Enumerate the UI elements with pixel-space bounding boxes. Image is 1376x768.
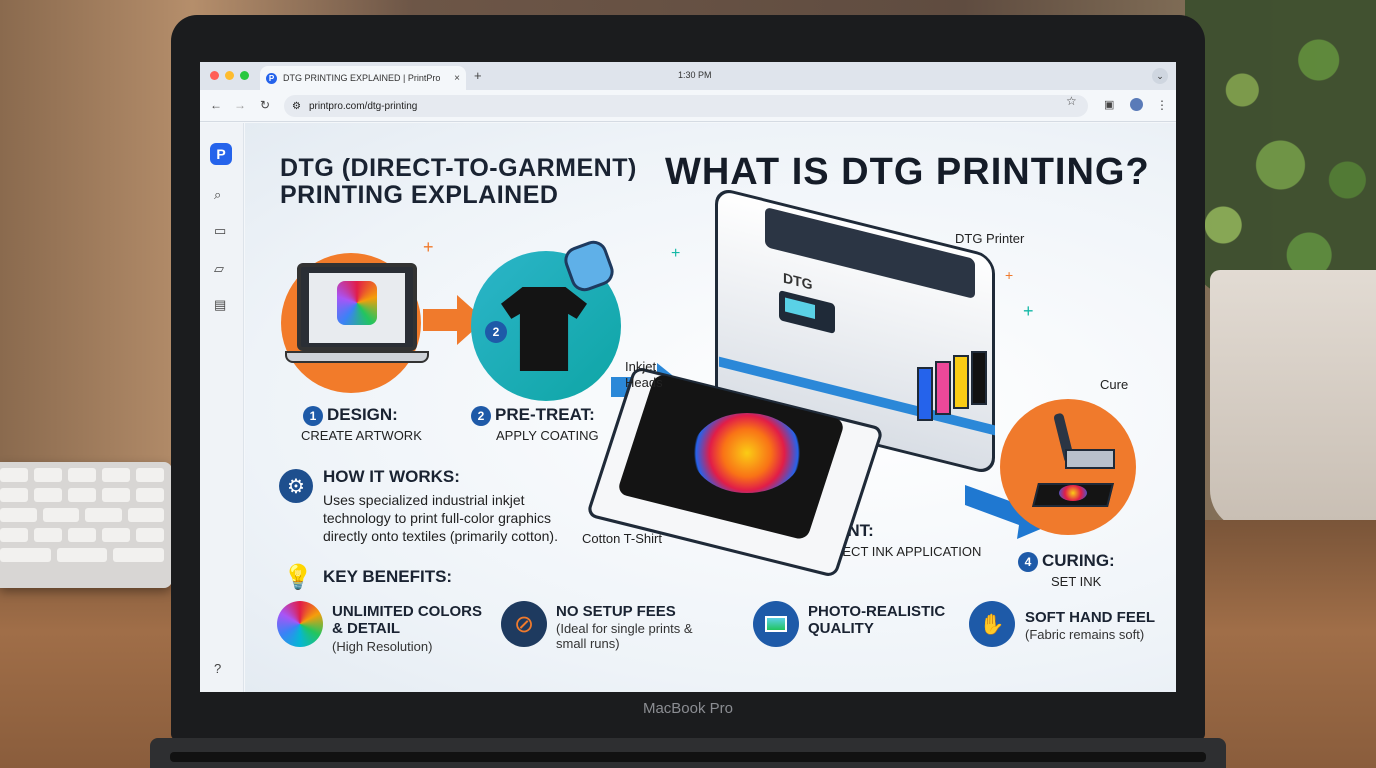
- tab-bar: P DTG PRINTING EXPLAINED | PrintPro × + …: [200, 62, 1176, 90]
- folder-icon[interactable]: ▱: [214, 261, 224, 277]
- benefit-1-desc: (High Resolution): [332, 639, 433, 654]
- clock-text: 1:30 PM: [678, 70, 712, 80]
- step-2-sub: APPLY COATING: [496, 427, 599, 443]
- title-line-2: PRINTING EXPLAINED: [280, 181, 559, 209]
- how-it-works-heading: HOW IT WORKS:: [323, 467, 460, 486]
- benefit-4-desc: (Fabric remains soft): [1025, 627, 1145, 642]
- profile-avatar[interactable]: [1130, 98, 1143, 111]
- step-1-heading: DESIGN:: [327, 405, 398, 424]
- sparkle-icon: +: [423, 237, 434, 257]
- tab-close-icon[interactable]: ×: [454, 73, 460, 84]
- tabs-icon[interactable]: ▭: [214, 223, 226, 239]
- plant-decoration: [1185, 0, 1376, 300]
- benefit-3-title-2: QUALITY: [808, 620, 874, 637]
- key-benefits-heading: KEY BENEFITS:: [323, 567, 453, 586]
- step-2-heading: PRE-TREAT:: [495, 405, 595, 424]
- gear-icon: ⚙: [279, 469, 313, 503]
- step-2-number: 2: [471, 405, 491, 426]
- page-title: DTG (DIRECT-TO-GARMENT) PRINTING EXPLAIN…: [280, 155, 637, 209]
- benefit-4-title: SOFT HAND FEEL: [1025, 609, 1155, 626]
- no-fees-icon: ⊘: [501, 601, 547, 647]
- how-it-works-body: Uses specialized industrial inkjet techn…: [323, 492, 558, 544]
- benefit-2-desc-1: (Ideal for single prints &: [556, 621, 693, 636]
- cure-label: Cure: [1100, 377, 1129, 392]
- menu-kebab-icon[interactable]: ⋮: [1156, 98, 1168, 112]
- benefit-1-title-1: UNLIMITED COLORS: [332, 603, 482, 620]
- step-4-number: 4: [1018, 551, 1038, 572]
- step-4-heading: CURING:: [1042, 551, 1115, 570]
- benefit-2-title: NO SETUP FEES: [556, 603, 676, 620]
- sidepanel-icon[interactable]: ▣: [1104, 98, 1114, 111]
- photo-icon: [753, 601, 799, 647]
- back-arrow-icon[interactable]: ←: [210, 98, 222, 112]
- step-4-sub: SET INK: [1051, 573, 1102, 589]
- keyboard-decoration: [0, 462, 172, 588]
- laptop-brand-label: MacBook Pro: [642, 700, 734, 717]
- ink-cartridges: [917, 351, 997, 421]
- browser-toolbar: ← → ↻ ⚙ printpro.com/dtg-printing ☆ ▣ ⋮: [200, 90, 1176, 122]
- url-text: printpro.com/dtg-printing: [308, 100, 418, 112]
- plant-pot: [1210, 270, 1376, 530]
- chevron-down-icon[interactable]: ⌄: [1152, 68, 1168, 84]
- new-tab-button[interactable]: +: [474, 68, 482, 83]
- inkjet-label: Inkjet: [625, 359, 657, 374]
- step-1: 1 DESIGN: CREATE ARTWORK: [301, 405, 422, 443]
- laptop-illustration: [285, 263, 429, 383]
- reload-icon[interactable]: ↻: [260, 98, 270, 112]
- close-window-button[interactable]: [210, 71, 219, 80]
- site-info-icon[interactable]: ⚙: [292, 101, 301, 112]
- favicon-icon: P: [266, 72, 277, 84]
- heat-press-icon: [1025, 412, 1125, 523]
- printpro-logo[interactable]: P: [210, 143, 232, 165]
- heads-label: Heads: [625, 375, 663, 390]
- sparkle-icon-4: +: [1005, 267, 1014, 283]
- benefit-3-title-1: PHOTO-REALISTIC: [808, 603, 946, 620]
- clipboard-icon[interactable]: ▤: [214, 297, 226, 313]
- app-sidebar: P ⌕ ▭ ▱ ▤ ?: [200, 123, 244, 692]
- lightbulb-icon: 💡: [283, 564, 313, 591]
- maximize-window-button[interactable]: [240, 71, 249, 80]
- step-1-sub: CREATE ARTWORK: [301, 427, 422, 443]
- step-4: 4 CURING: SET INK: [1018, 551, 1115, 589]
- sparkle-icon-3: +: [1023, 301, 1034, 321]
- forward-arrow-icon[interactable]: →: [234, 98, 246, 112]
- tab-title: DTG PRINTING EXPLAINED | PrintPro: [283, 73, 441, 83]
- infographic-page: DTG (DIRECT-TO-GARMENT) PRINTING EXPLAIN…: [245, 123, 1176, 692]
- color-wheel-icon: [277, 601, 323, 647]
- step-2-badge: 2: [485, 321, 507, 343]
- step-2: 2 PRE-TREAT: APPLY COATING: [471, 405, 599, 443]
- address-bar[interactable]: ⚙ printpro.com/dtg-printing: [284, 95, 1088, 117]
- title-line-1: DTG (DIRECT-TO-GARMENT): [280, 154, 637, 182]
- laptop-base: [150, 738, 1226, 768]
- help-icon[interactable]: ?: [214, 661, 221, 676]
- search-icon[interactable]: ⌕: [214, 187, 221, 203]
- inkjet-heads-label: Inkjet Heads: [625, 359, 663, 391]
- phoenix-print: [692, 413, 802, 493]
- tab-active[interactable]: P DTG PRINTING EXPLAINED | PrintPro ×: [260, 66, 466, 90]
- sparkle-icon-2: +: [671, 245, 681, 262]
- cotton-label: Cotton T-Shirt: [582, 531, 662, 546]
- hand-icon: ✋: [969, 601, 1015, 647]
- benefit-1-title-2: & DETAIL: [332, 620, 401, 637]
- printer-label: DTG Printer: [955, 231, 1025, 246]
- minimize-window-button[interactable]: [225, 71, 234, 80]
- bookmark-star-icon[interactable]: ☆: [1066, 94, 1077, 108]
- step-1-number: 1: [303, 405, 323, 426]
- page-headline: WHAT IS DTG PRINTING?: [665, 151, 1150, 193]
- benefit-2-desc-2: small runs): [556, 636, 620, 651]
- browser-window: P DTG PRINTING EXPLAINED | PrintPro × + …: [200, 62, 1176, 692]
